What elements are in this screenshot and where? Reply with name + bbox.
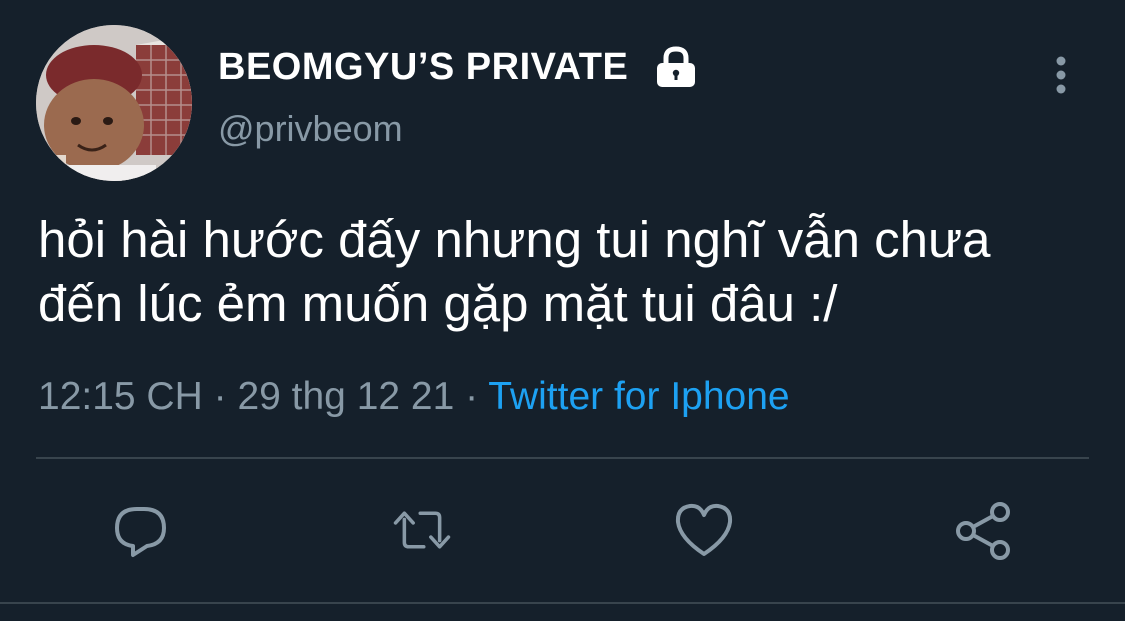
action-bar [0, 500, 1125, 560]
tweet-detail: BEOMGYU’S PRIVATE @privbeom hỏi hài hước… [0, 0, 1125, 621]
lock-icon [654, 46, 698, 88]
heart-icon [675, 503, 733, 556]
tweet-text-line: hỏi hài hước đấy nhưng tui nghĩ vẫn chưa [38, 211, 991, 268]
more-vertical-icon[interactable] [1046, 55, 1076, 95]
tweet-metadata: 12:15 CH · 29 thg 12 21 · Twitter for Ip… [38, 373, 790, 421]
retweet-button[interactable] [392, 500, 452, 560]
reply-icon [115, 507, 166, 557]
reply-button[interactable] [111, 500, 171, 560]
share-button[interactable] [954, 500, 1014, 560]
bottom-divider [0, 602, 1125, 604]
like-button[interactable] [674, 500, 734, 560]
tweet-time: 12:15 CH [38, 375, 203, 418]
divider [36, 457, 1089, 459]
separator-dot: · [213, 375, 238, 418]
retweet-icon [393, 511, 451, 549]
tweet-text: hỏi hài hước đấy nhưng tui nghĩ vẫn chưa… [38, 208, 1098, 336]
separator-dot: · [465, 375, 489, 418]
tweet-text-line: đến lúc ẻm muốn gặp mặt tui đâu :/ [38, 275, 838, 332]
avatar-image [36, 25, 192, 181]
tweet-source-link[interactable]: Twitter for Iphone [488, 375, 789, 418]
display-name-row: BEOMGYU’S PRIVATE [218, 42, 698, 92]
user-handle[interactable]: @privbeom [218, 108, 403, 150]
display-name[interactable]: BEOMGYU’S PRIVATE [218, 46, 628, 89]
share-icon [956, 502, 1010, 560]
avatar[interactable] [36, 25, 192, 181]
tweet-date: 29 thg 12 21 [237, 375, 455, 418]
